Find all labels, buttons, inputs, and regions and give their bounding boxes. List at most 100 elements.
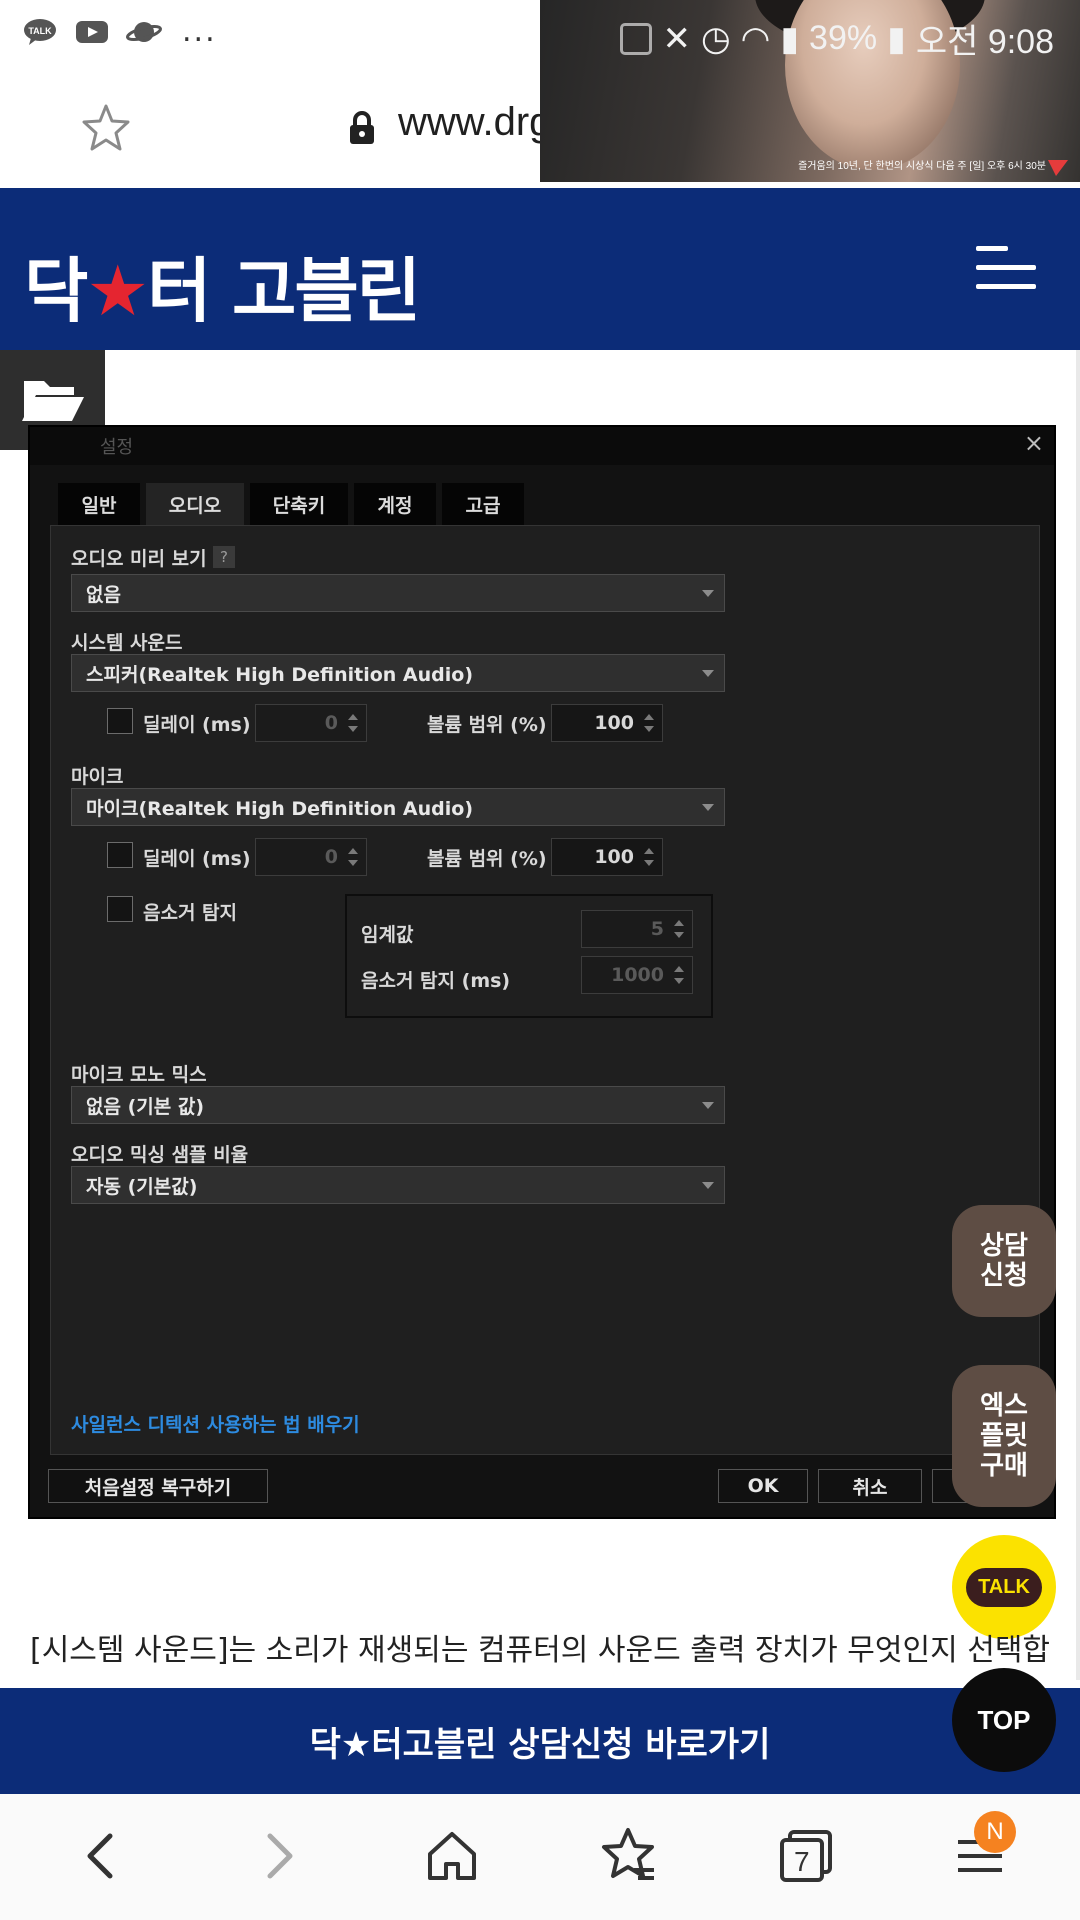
url-text[interactable]: www.drg <box>398 100 551 145</box>
forward-arrow-icon[interactable] <box>246 1824 310 1888</box>
settings-dialog-screenshot: 설정 × 일반 오디오 단축키 계정 고급 오디오 미리 보기 ? 없음 시스템… <box>28 425 1056 1519</box>
mic-label: 마이크 <box>71 766 124 788</box>
dialog-titlebar: 설정 × <box>30 427 1054 465</box>
system-volume-spinner[interactable]: 100 <box>551 704 663 742</box>
spinner-arrows-icon[interactable] <box>348 848 358 868</box>
spinner-arrows-icon[interactable] <box>674 920 684 940</box>
bookmarks-icon[interactable] <box>596 1824 660 1888</box>
sample-rate-value: 자동 (기본값) <box>86 1175 198 1198</box>
clock: 오전 9:08 <box>915 23 1054 61</box>
dialog-title: 설정 <box>100 437 134 458</box>
back-arrow-icon[interactable] <box>70 1824 134 1888</box>
battery-charging-icon: ▮ <box>887 19 906 58</box>
home-icon[interactable] <box>420 1824 484 1888</box>
article-paragraph: [시스템 사운드]는 소리가 재생되는 컴퓨터의 사운드 출력 장치가 무엇인지… <box>30 1633 1050 1668</box>
system-status-icons: ✕ ◷ ◠ ▮ 39% ▮ 오전 9:08 <box>620 14 1054 63</box>
tab-advanced[interactable]: 고급 <box>442 483 524 525</box>
threshold-value: 5 <box>650 918 664 940</box>
system-volume-value: 100 <box>594 712 634 734</box>
battery-percent: 39% <box>809 19 878 57</box>
status-bar-notifications: TALK ... <box>22 14 217 49</box>
video-caption: 즐거움의 10년, 단 한번의 시상식 다음 주 [일] 오후 6시 30분 <box>798 161 1046 172</box>
tab-general[interactable]: 일반 <box>58 483 140 525</box>
ok-button[interactable]: OK <box>718 1469 808 1503</box>
chevron-down-icon <box>702 804 714 811</box>
data-saver-icon <box>620 22 653 55</box>
chevron-down-icon <box>702 1182 714 1189</box>
help-icon[interactable]: ? <box>213 546 235 568</box>
menu-hamburger-icon[interactable] <box>976 246 1036 290</box>
tabs-icon[interactable]: 7 <box>774 1824 838 1888</box>
system-sound-select[interactable]: 스피커(Realtek High Definition Audio) <box>71 654 725 692</box>
reset-defaults-button[interactable]: 처음설정 복구하기 <box>48 1469 268 1503</box>
sample-rate-label: 오디오 믹싱 샘플 비율 <box>71 1144 249 1166</box>
system-delay-spinner[interactable]: 0 <box>255 704 367 742</box>
tab-shortcuts[interactable]: 단축키 <box>250 483 348 525</box>
exploit-purchase-button[interactable]: 엑스 플릿 구매 <box>952 1365 1056 1507</box>
consult-request-button[interactable]: 상담 신청 <box>952 1205 1056 1317</box>
audio-preview-select[interactable]: 없음 <box>71 574 725 612</box>
mono-mix-select[interactable]: 없음 (기본 값) <box>71 1086 725 1124</box>
audio-settings-panel: 오디오 미리 보기 ? 없음 시스템 사운드 스피커(Realtek High … <box>50 525 1040 1455</box>
wifi-icon: ◠ <box>740 19 771 58</box>
spinner-arrows-icon[interactable] <box>644 848 654 868</box>
chevron-down-icon <box>702 670 714 677</box>
planet-app-notification-icon <box>126 17 162 47</box>
mic-delay-spinner[interactable]: 0 <box>255 838 367 876</box>
signal-icon: ▮ <box>780 19 800 58</box>
mic-volume-spinner[interactable]: 100 <box>551 838 663 876</box>
system-delay-label: 딜레이 (ms) <box>143 714 251 736</box>
svg-text:TALK: TALK <box>28 26 52 36</box>
more-notifications-indicator: ... <box>182 14 217 49</box>
kakaotalk-icon: TALK <box>966 1567 1042 1607</box>
logo-star-icon: ★ <box>86 250 149 332</box>
dialog-tabs: 일반 오디오 단축키 계정 고급 <box>58 483 524 525</box>
audio-preview-label: 오디오 미리 보기 <box>71 548 207 570</box>
mic-select[interactable]: 마이크(Realtek High Definition Audio) <box>71 788 725 826</box>
tab-audio[interactable]: 오디오 <box>146 483 244 525</box>
noise-ms-label: 음소거 탐지 (ms) <box>361 970 511 992</box>
mute-icon: ✕ <box>662 19 691 58</box>
noise-detect-checkbox[interactable] <box>107 896 133 922</box>
mic-value: 마이크(Realtek High Definition Audio) <box>86 797 473 820</box>
page-edge <box>1076 350 1080 1680</box>
tab-count: 7 <box>794 1846 810 1877</box>
picture-in-picture-video[interactable]: ✕ ◷ ◠ ▮ 39% ▮ 오전 9:08 즐거움의 10년, 단 한번의 시상… <box>540 0 1080 182</box>
mic-volume-label: 볼륨 범위 (%) <box>427 848 547 870</box>
mono-mix-value: 없음 (기본 값) <box>86 1095 204 1118</box>
threshold-spinner[interactable]: 5 <box>581 910 693 948</box>
system-sound-label: 시스템 사운드 <box>71 632 183 654</box>
system-volume-label: 볼륨 범위 (%) <box>427 714 547 736</box>
browser-bottom-nav: 7 <box>0 1794 1080 1920</box>
spinner-arrows-icon[interactable] <box>348 714 358 734</box>
noise-ms-spinner[interactable]: 1000 <box>581 956 693 994</box>
bookmark-star-icon[interactable] <box>80 102 132 154</box>
noise-detect-label: 음소거 탐지 <box>143 902 238 924</box>
cancel-button[interactable]: 취소 <box>818 1469 922 1503</box>
system-delay-checkbox[interactable] <box>107 708 133 734</box>
dialog-close-icon[interactable]: × <box>1024 429 1044 457</box>
audio-preview-value: 없음 <box>86 583 121 606</box>
site-logo[interactable]: 닥★터 고블린 <box>24 235 421 336</box>
logo-text-left: 닥 <box>24 250 88 332</box>
mic-delay-checkbox[interactable] <box>107 842 133 868</box>
spinner-arrows-icon[interactable] <box>674 966 684 986</box>
system-delay-value: 0 <box>324 712 338 734</box>
tab-account[interactable]: 계정 <box>354 483 436 525</box>
logo-text-right: 터 고블린 <box>147 250 421 332</box>
video-channel-logo-icon <box>1048 160 1068 176</box>
spinner-arrows-icon[interactable] <box>644 714 654 734</box>
sample-rate-select[interactable]: 자동 (기본값) <box>71 1166 725 1204</box>
kakaotalk-chat-button[interactable]: TALK <box>952 1535 1056 1639</box>
threshold-label: 임계값 <box>361 924 414 946</box>
notification-badge: N <box>974 1811 1016 1853</box>
youtube-notification-icon <box>74 17 110 47</box>
noise-ms-value: 1000 <box>611 964 664 986</box>
scroll-to-top-button[interactable]: TOP <box>952 1668 1056 1772</box>
consult-shortcut-banner[interactable]: 닥★터고블린 상담신청 바로가기 <box>0 1688 1080 1794</box>
chevron-down-icon <box>702 1102 714 1109</box>
lock-icon <box>348 111 376 145</box>
learn-silence-detection-link[interactable]: 사일런스 디텍션 사용하는 법 배우기 <box>71 1410 360 1437</box>
kakaotalk-notification-icon: TALK <box>22 17 58 47</box>
chevron-down-icon <box>702 590 714 597</box>
